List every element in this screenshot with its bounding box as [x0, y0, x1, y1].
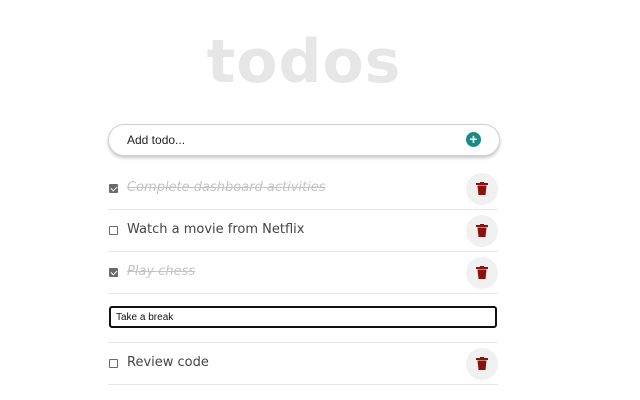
add-todo-button[interactable]: + — [466, 132, 481, 147]
add-todo-input[interactable] — [127, 131, 447, 149]
delete-todo-button[interactable] — [466, 215, 498, 247]
todo-item: Review code — [108, 343, 498, 385]
todo-item: Play chess — [108, 252, 498, 294]
edit-todo-input[interactable] — [109, 306, 497, 328]
todo-item-editing — [108, 294, 498, 343]
todo-checkbox[interactable] — [109, 226, 118, 235]
add-todo-bar: + — [108, 124, 500, 156]
plus-circle-icon: + — [469, 131, 478, 147]
todo-checkbox[interactable] — [109, 359, 118, 368]
trash-icon — [476, 224, 488, 237]
todo-list: Complete dashboard activities Watch a mo… — [108, 168, 498, 385]
todo-text[interactable]: Play chess — [127, 264, 195, 279]
trash-icon — [476, 357, 488, 370]
todo-text[interactable]: Watch a movie from Netflix — [127, 222, 304, 237]
todo-text[interactable]: Complete dashboard activities — [127, 180, 326, 195]
todo-item: Watch a movie from Netflix — [108, 210, 498, 252]
delete-todo-button[interactable] — [466, 257, 498, 289]
todo-text[interactable]: Review code — [127, 355, 209, 370]
trash-icon — [476, 266, 488, 279]
delete-todo-button[interactable] — [466, 348, 498, 380]
todo-checkbox[interactable] — [109, 184, 118, 193]
app-title: todos — [206, 27, 402, 97]
todo-item: Complete dashboard activities — [108, 168, 498, 210]
delete-todo-button[interactable] — [466, 173, 498, 205]
trash-icon — [476, 182, 488, 195]
todo-checkbox[interactable] — [109, 268, 118, 277]
